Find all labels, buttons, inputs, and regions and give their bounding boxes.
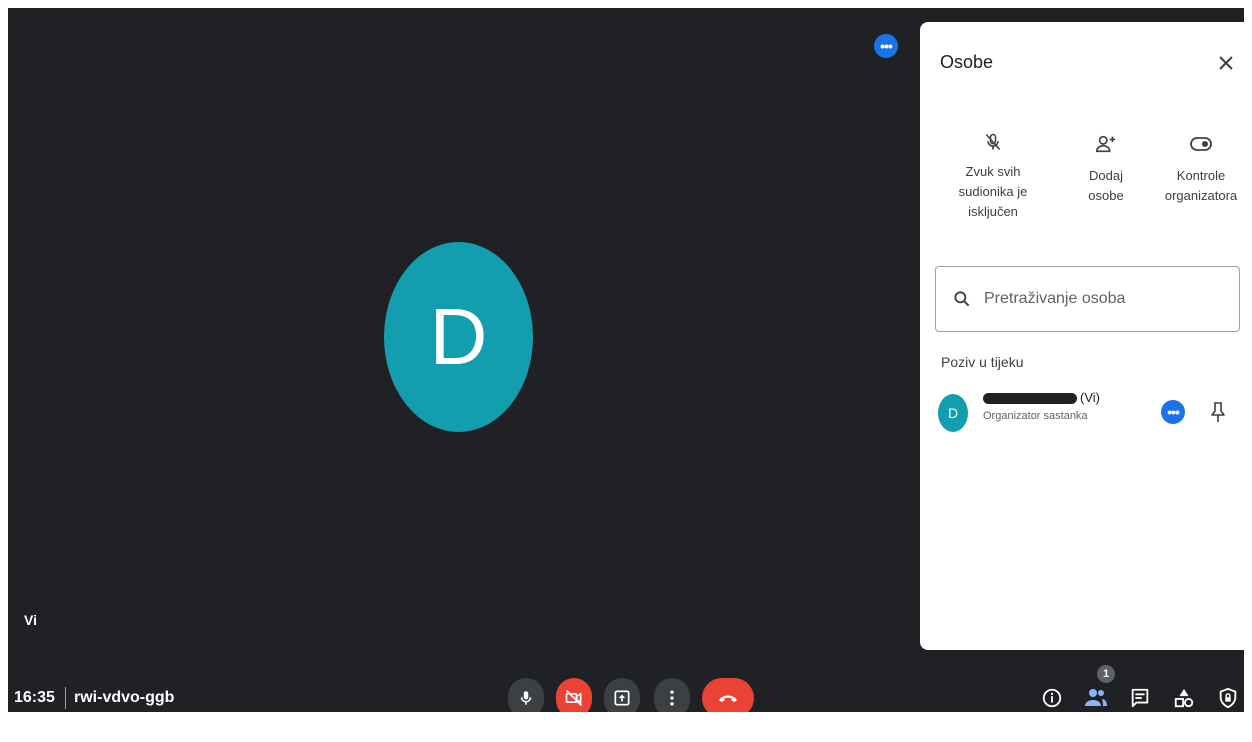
add-people-button[interactable]: Dodaj osobe (1080, 122, 1132, 206)
people-button[interactable] (1082, 684, 1110, 712)
in-call-section-label: Poziv u tijeku (941, 354, 1024, 370)
camera-button[interactable] (556, 678, 592, 712)
add-people-label-1: Dodaj (1089, 168, 1123, 183)
present-icon (614, 690, 630, 706)
meeting-code[interactable]: rwi-vdvo-ggb (74, 689, 174, 707)
mute-all-label-3: isključen (968, 204, 1018, 219)
participant-avatar: D (938, 394, 968, 432)
mute-all-status: Zvuk svih sudionika je isključen (938, 122, 1048, 222)
chat-button[interactable] (1126, 684, 1154, 712)
present-screen-button[interactable] (604, 678, 640, 712)
more-vert-icon (670, 690, 674, 706)
meeting-details-button[interactable] (1038, 684, 1066, 712)
toggle-icon (1190, 137, 1212, 151)
mute-all-label-1: Zvuk svih (965, 164, 1021, 179)
person-add-icon (1096, 135, 1116, 153)
close-panel-button[interactable] (1211, 48, 1241, 78)
search-icon (950, 287, 974, 311)
people-panel: Osobe Zvuk svih sudionika je isključen D… (920, 22, 1244, 650)
host-controls-label-2: organizatora (1164, 188, 1238, 203)
participant-name: (Vi) (983, 390, 1100, 405)
pin-icon (1211, 402, 1225, 422)
meeting-info-divider (65, 687, 66, 709)
people-count-badge: 1 (1097, 665, 1115, 683)
info-icon (1042, 688, 1062, 708)
activities-button[interactable] (1170, 684, 1198, 712)
host-controls-button[interactable] (1214, 684, 1242, 712)
participant-more-options-button[interactable]: ••• (1161, 400, 1185, 424)
search-people-input[interactable] (984, 290, 1224, 308)
host-controls-panel-button[interactable]: Kontrole organizatora (1156, 122, 1244, 206)
search-people-box[interactable] (935, 266, 1240, 332)
participant-avatar-large: D (384, 242, 533, 432)
pin-participant-button[interactable] (1206, 398, 1230, 426)
people-icon (1085, 689, 1107, 706)
panel-title: Osobe (940, 52, 994, 72)
host-controls-icon (1219, 687, 1237, 709)
mic-icon (520, 691, 532, 705)
participant-self-tag: (Vi) (1080, 390, 1100, 405)
camera-off-icon (565, 689, 583, 707)
tile-more-options-button[interactable]: ••• (874, 34, 898, 58)
leave-call-button[interactable] (702, 678, 754, 712)
mic-off-icon (985, 133, 1001, 150)
more-options-button[interactable] (654, 678, 690, 712)
microphone-button[interactable] (508, 678, 544, 712)
close-icon (1219, 56, 1233, 70)
mute-all-label-2: sudionika je (958, 184, 1028, 199)
self-name-label: Vi (24, 612, 37, 628)
chat-icon (1131, 688, 1149, 708)
meeting-time: 16:35 (14, 689, 55, 706)
meeting-stage: ••• D Vi 16:35 rwi-vdvo-ggb 1 Osobe Zvuk… (8, 8, 1244, 712)
host-controls-label-1: Kontrole (1176, 168, 1226, 183)
participant-role: Organizator sastanka (983, 410, 1088, 422)
participant-row[interactable]: D (Vi) Organizator sastanka ••• (920, 390, 1244, 440)
add-people-label-2: osobe (1088, 188, 1124, 203)
activities-icon (1174, 688, 1194, 708)
call-end-icon (719, 695, 737, 702)
redacted-name-mark (983, 393, 1077, 405)
